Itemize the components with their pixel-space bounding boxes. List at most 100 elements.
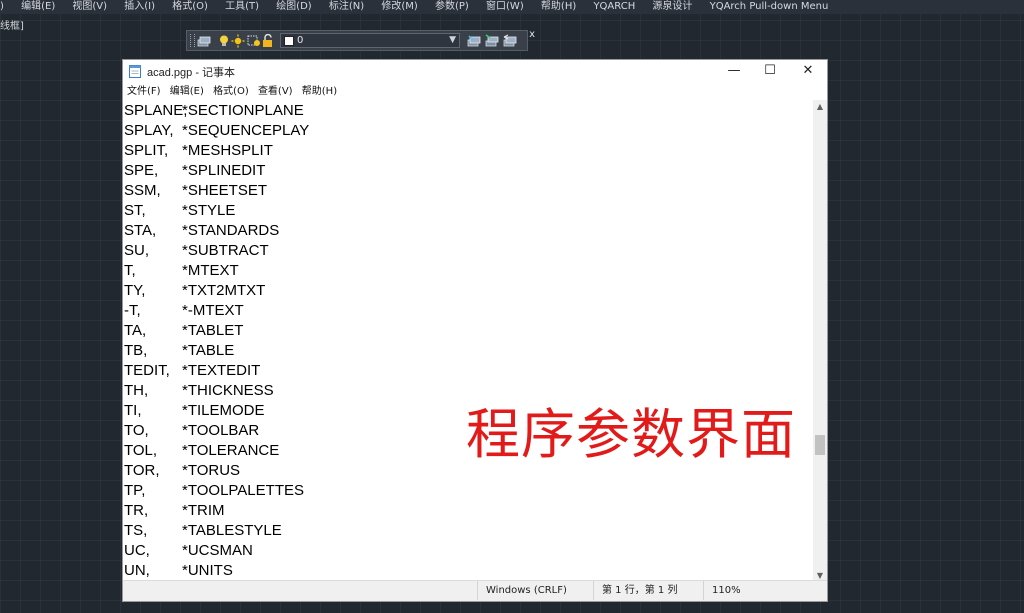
alias-command: *TOLERANCE [182, 442, 280, 459]
menu-help[interactable]: 帮助(H) [302, 86, 337, 97]
lightbulb-icon[interactable] [217, 34, 231, 48]
alias-command: *THICKNESS [182, 382, 274, 399]
alias-key: SU, [124, 242, 150, 259]
layer-toolbar: 0 ▼ x [186, 29, 535, 51]
text-line: T, *MTEXT [123, 261, 813, 281]
chevron-down-icon[interactable]: ▼ [449, 34, 456, 47]
notepad-menubar: 文件(F) 编辑(E) 格式(O) 查看(V) 帮助(H) [123, 84, 827, 100]
menu-file[interactable]: 文件(F) [127, 86, 161, 97]
text-line: TEDIT, *TEXTEDIT [123, 361, 813, 381]
alias-command: *SUBTRACT [182, 242, 269, 259]
menu-edit[interactable]: 编辑(E) [170, 86, 204, 97]
alias-key: TS, [124, 522, 148, 539]
alias-key: UC, [124, 542, 150, 559]
menu-view[interactable]: 查看(V) [258, 86, 293, 97]
alias-command: *UCSMAN [182, 542, 253, 559]
text-line: TS, *TABLESTYLE [123, 521, 813, 541]
viewport-freeze-icon[interactable] [247, 34, 261, 48]
sun-icon[interactable] [231, 34, 245, 48]
text-line: STA, *STANDARDS [123, 221, 813, 241]
alias-key: UN, [124, 562, 150, 579]
alias-command: *TABLET [182, 322, 244, 339]
text-line: UN, *UNITS [123, 561, 813, 581]
alias-command: *TILEMODE [182, 402, 265, 419]
alias-key: TB, [124, 342, 148, 359]
cad-menu-item[interactable]: YQArch Pull-down Menu [710, 1, 829, 12]
cad-menu-item[interactable]: 源泉设计 [652, 1, 692, 12]
alias-command: *SECTIONPLANE [182, 102, 304, 119]
cad-menu-item[interactable]: 插入(I) [124, 1, 155, 12]
scroll-up-icon[interactable]: ▲ [813, 100, 827, 114]
cad-menu-item[interactable]: 视图(V) [72, 1, 107, 12]
text-line: SPLIT, *MESHSPLIT [123, 141, 813, 161]
alias-command: *STYLE [182, 202, 236, 219]
alias-command: *SPLINEDIT [182, 162, 266, 179]
cad-menu-item[interactable]: 窗口(W) [486, 1, 524, 12]
cad-menu-item[interactable]: ) [0, 1, 4, 12]
cad-menu-item[interactable]: 绘图(D) [276, 1, 312, 12]
alias-command: *STANDARDS [182, 222, 280, 239]
alias-key: TOR, [124, 462, 160, 479]
alias-key: TR, [124, 502, 149, 519]
alias-command: *TABLESTYLE [182, 522, 282, 539]
alias-command: *-MTEXT [182, 302, 244, 319]
status-zoom: 110% [703, 581, 812, 600]
cad-menubar: ) 编辑(E) 视图(V) 插入(I) 格式(O) 工具(T) 绘图(D) 标注… [0, 0, 1024, 14]
cad-menu-item[interactable]: 工具(T) [225, 1, 259, 12]
alias-command: *TOOLPALETTES [182, 482, 304, 499]
menu-format[interactable]: 格式(O) [213, 86, 249, 97]
alias-command: *TEXTEDIT [182, 362, 261, 379]
cad-menu-item[interactable]: 参数(P) [435, 1, 469, 12]
text-editor-area[interactable]: SPLANE,*SECTIONPLANE SPLAY, *SEQUENCEPLAY S… [123, 101, 813, 581]
text-line: ST, *STYLE [123, 201, 813, 221]
cad-menu-item[interactable]: 格式(O) [172, 1, 208, 12]
cad-menu-item[interactable]: YQARCH [593, 1, 635, 12]
alias-key: -T, [124, 302, 141, 319]
current-layer-name: 0 [297, 35, 304, 46]
alias-key: TEDIT, [124, 362, 170, 379]
close-button[interactable]: ✕ [789, 60, 827, 82]
alias-key: TP, [124, 482, 146, 499]
layer-previous-icon[interactable] [503, 34, 517, 48]
alias-key: SPLIT, [124, 142, 169, 159]
vertical-scrollbar[interactable]: ▲ ▼ [813, 100, 827, 583]
alias-key: TA, [124, 322, 147, 339]
alias-key: SPLAY, [124, 122, 174, 139]
alias-command: *TORUS [182, 462, 241, 479]
text-line: TP, *TOOLPALETTES [123, 481, 813, 501]
unlock-icon[interactable] [261, 34, 275, 48]
notepad-window: acad.pgp - 记事本 — ☐ ✕ 文件(F) 编辑(E) 格式(O) 查… [122, 59, 828, 602]
alias-key: T, [124, 262, 136, 279]
toolbar-grip[interactable] [190, 34, 195, 47]
status-cursor-position: 第 1 行，第 1 列 [593, 581, 704, 600]
viewport-visual-style-label[interactable]: 线框] [0, 17, 24, 32]
alias-command: *TRIM [182, 502, 225, 519]
cad-menu-item[interactable]: 标注(N) [329, 1, 364, 12]
text-line: -T, *-MTEXT [123, 301, 813, 321]
layer-match-icon[interactable] [485, 34, 499, 48]
alias-command: *SHEETSET [182, 182, 268, 199]
text-line: SPE, *SPLINEDIT [123, 161, 813, 181]
notepad-app-icon [129, 65, 141, 78]
cad-menu-item[interactable]: 帮助(H) [541, 1, 576, 12]
toolbar-close-icon[interactable]: x [529, 29, 535, 40]
alias-command: *TOOLBAR [182, 422, 260, 439]
minimize-button[interactable]: — [715, 60, 753, 82]
cad-menu-item[interactable]: 修改(M) [381, 1, 417, 12]
alias-key: TO, [124, 422, 149, 439]
status-line-ending: Windows (CRLF) [477, 581, 594, 600]
text-line: TY, *TXT2MTXT [123, 281, 813, 301]
make-current-layer-icon[interactable] [467, 34, 481, 48]
overlay-caption: 程序参数界面 [466, 403, 796, 466]
layer-properties-icon[interactable] [197, 34, 211, 48]
alias-key: TI, [124, 402, 142, 419]
maximize-button[interactable]: ☐ [751, 60, 789, 82]
notepad-titlebar[interactable]: acad.pgp - 记事本 — ☐ ✕ [123, 60, 827, 82]
layer-dropdown[interactable]: 0 ▼ [280, 33, 460, 48]
scroll-thumb[interactable] [815, 435, 825, 455]
cad-menu-item[interactable]: 编辑(E) [21, 1, 55, 12]
text-line: UC, *UCSMAN [123, 541, 813, 561]
alias-key: TH, [124, 382, 149, 399]
alias-key: SPLANE, [124, 102, 188, 119]
text-line: TA, *TABLET [123, 321, 813, 341]
